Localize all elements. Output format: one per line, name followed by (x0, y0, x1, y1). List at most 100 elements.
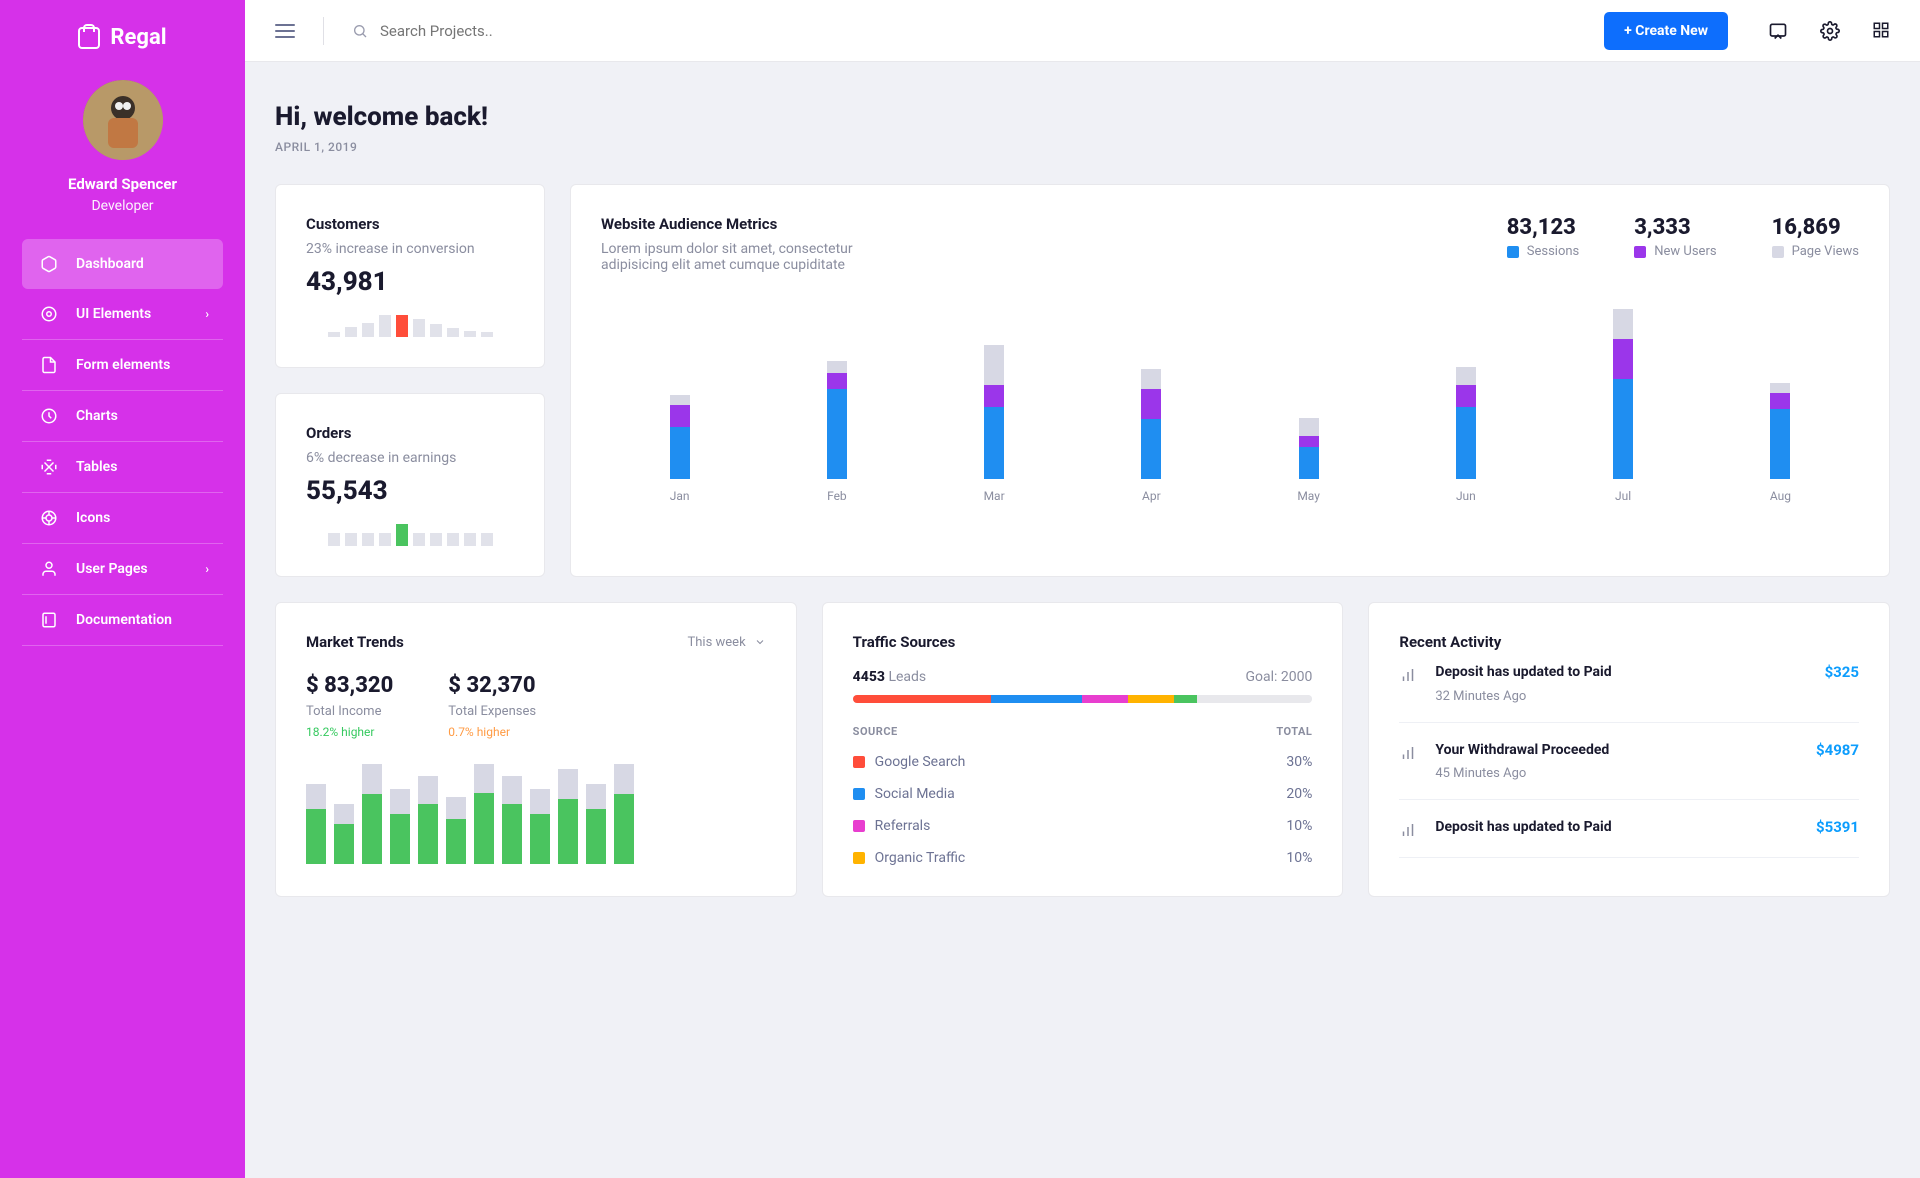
search-icon (352, 23, 368, 39)
menu-toggle-icon[interactable] (275, 24, 295, 38)
month-label: Jun (1456, 489, 1476, 503)
nav-icon (40, 356, 58, 374)
nav-icon (40, 611, 58, 629)
bar-chart-icon (1399, 744, 1417, 762)
month-label: Aug (1770, 489, 1791, 503)
source-value: 20% (1286, 786, 1312, 802)
income-pct: 18.2% higher (306, 725, 393, 739)
search (352, 22, 1604, 40)
chart-bar (474, 764, 494, 864)
market-trends-card: Market Trends This week $ 83,320 Total I… (275, 602, 797, 897)
period-label: This week (688, 635, 746, 650)
month-label: Feb (827, 489, 847, 503)
sidebar: Regal Edward Spencer Developer Dashboard… (0, 0, 245, 1178)
row-2: Market Trends This week $ 83,320 Total I… (275, 602, 1890, 897)
legend-swatch (853, 788, 865, 800)
search-input[interactable] (380, 22, 680, 40)
orders-value: 55,543 (306, 476, 514, 506)
nav-label: Dashboard (76, 256, 144, 272)
chart-bar (362, 764, 382, 864)
chart-bar (558, 764, 578, 864)
market-chart (306, 764, 766, 864)
chevron-down-icon (754, 636, 766, 648)
activity-item: Deposit has updated to Paid$5391 (1399, 800, 1859, 858)
period-dropdown[interactable]: This week (688, 635, 766, 650)
audience-stats: 83,123Sessions3,333New Users16,869Page V… (1507, 215, 1859, 273)
topbar-icons (1768, 21, 1890, 41)
apps-icon[interactable] (1872, 21, 1890, 41)
traffic-row: Referrals 10% (853, 818, 1313, 834)
audience-stat: 3,333New Users (1634, 215, 1716, 273)
chart-column: Jul (1545, 299, 1702, 503)
legend-swatch (1634, 246, 1646, 258)
brand-logo[interactable]: Regal (0, 25, 245, 50)
expense-pct: 0.7% higher (448, 725, 536, 739)
legend-swatch (853, 756, 865, 768)
audience-chart: JanFebMarAprMayJunJulAug (601, 303, 1859, 503)
activity-amount: $4987 (1816, 741, 1859, 782)
nav-icon (40, 560, 58, 578)
source-value: 10% (1286, 818, 1312, 834)
chart-bar (502, 764, 522, 864)
nav-item-icons[interactable]: Icons (22, 493, 223, 544)
nav-label: User Pages (76, 561, 148, 577)
month-label: Jul (1615, 489, 1631, 503)
row-1: Customers 23% increase in conversion 43,… (275, 184, 1890, 577)
month-label: Jan (670, 489, 690, 503)
nav-item-user-pages[interactable]: User Pages› (22, 544, 223, 595)
activity-amount: $325 (1825, 663, 1859, 704)
activity-amount: $5391 (1816, 818, 1859, 839)
audience-stat: 16,869 Page Views (1772, 215, 1859, 273)
audience-card: Website Audience Metrics Lorem ipsum dol… (570, 184, 1890, 577)
customers-sub: 23% increase in conversion (306, 241, 514, 257)
month-label: Apr (1142, 489, 1161, 503)
content: Hi, welcome back! APRIL 1, 2019 Customer… (245, 62, 1920, 937)
chart-column: Mar (916, 299, 1073, 503)
activity-list: Deposit has updated to Paid32 Minutes Ag… (1399, 651, 1859, 858)
chart-bar (530, 764, 550, 864)
source-value: 30% (1286, 754, 1312, 770)
chart-bar (614, 764, 634, 864)
legend-swatch (853, 820, 865, 832)
customers-sparkline (306, 315, 514, 337)
source-value: 10% (1286, 850, 1312, 866)
activity-item: Deposit has updated to Paid32 Minutes Ag… (1399, 651, 1859, 723)
settings-icon[interactable] (1820, 21, 1840, 41)
stat-label: Page Views (1792, 244, 1859, 259)
nav-item-form-elements[interactable]: Form elements (22, 340, 223, 391)
page-date: APRIL 1, 2019 (275, 140, 1890, 154)
traffic-row: Google Search30% (853, 754, 1313, 770)
chart-column: Apr (1073, 299, 1230, 503)
stat-number: 16,869 (1772, 215, 1859, 240)
main: + Create New Hi, welcome back! APRIL 1, … (245, 0, 1920, 937)
nav-item-ui-elements[interactable]: UI Elements› (22, 289, 223, 340)
legend-swatch (1507, 246, 1519, 258)
user-role: Developer (0, 198, 245, 214)
nav-item-tables[interactable]: Tables (22, 442, 223, 493)
customers-card: Customers 23% increase in conversion 43,… (275, 184, 545, 368)
nav-label: Form elements (76, 357, 170, 373)
traffic-rows: Google Search30%Social Media20%Referrals… (853, 754, 1313, 866)
stat-label: Sessions (1527, 244, 1580, 259)
chart-bar (446, 764, 466, 864)
nav-item-charts[interactable]: Charts (22, 391, 223, 442)
orders-title: Orders (306, 424, 514, 442)
activity-title: Deposit has updated to Paid (1435, 663, 1806, 683)
avatar[interactable] (83, 80, 163, 160)
income-label: Total Income (306, 704, 393, 719)
audience-desc: Lorem ipsum dolor sit amet, consectetur … (601, 241, 871, 273)
create-new-button[interactable]: + Create New (1604, 12, 1728, 50)
col-left: Customers 23% increase in conversion 43,… (275, 184, 545, 577)
nav-item-dashboard[interactable]: Dashboard (22, 239, 223, 289)
leads-goal: Goal: 2000 (1245, 669, 1312, 685)
source-label: Referrals (875, 818, 931, 834)
chart-column: Aug (1702, 299, 1859, 503)
traffic-progress-bar (853, 695, 1313, 703)
nav-icon (40, 509, 58, 527)
activity-title: Your Withdrawal Proceeded (1435, 741, 1798, 761)
logo-icon (78, 27, 100, 49)
welcome: Hi, welcome back! APRIL 1, 2019 (275, 102, 1890, 154)
expense-label: Total Expenses (448, 704, 536, 719)
nav-item-documentation[interactable]: Documentation (22, 595, 223, 646)
cast-icon[interactable] (1768, 21, 1788, 41)
